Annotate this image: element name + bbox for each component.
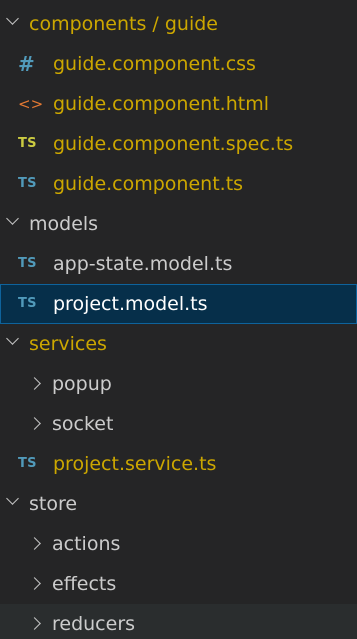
tree-item-label: guide.component.spec.ts [53,133,294,155]
tree-folder-store[interactable]: store [0,484,357,524]
tree-folder-reducers[interactable]: reducers [0,604,357,639]
tree-folder-components-guide[interactable]: components / guide [0,4,357,44]
tree-file-project-model-ts[interactable]: TS project.model.ts [0,284,357,324]
tree-folder-models[interactable]: models [0,204,357,244]
tree-item-label: components / guide [29,13,218,35]
tree-item-label: effects [52,573,117,595]
tree-item-label: actions [52,533,121,555]
chevron-down-icon [6,12,19,25]
typescript-file-icon: TS [18,176,37,191]
tree-item-label: store [29,493,78,515]
typescript-file-icon: TS [18,456,37,471]
typescript-file-icon: TS [18,256,37,271]
tree-item-label: guide.component.html [53,93,269,115]
tree-item-label: app-state.model.ts [53,253,233,275]
tree-file-app-state-model-ts[interactable]: TS app-state.model.ts [0,244,357,284]
chevron-right-icon [28,617,41,630]
chevron-right-icon [28,537,41,550]
tree-item-label: services [29,333,107,355]
css-file-icon: # [18,52,35,76]
file-explorer-tree: components / guide # guide.component.css <>… [0,0,357,639]
chevron-down-icon [6,212,19,225]
chevron-right-icon [28,417,41,430]
tree-folder-socket[interactable]: socket [0,404,357,444]
tree-file-guide-component-html[interactable]: <> guide.component.html [0,84,357,124]
chevron-right-icon [28,377,41,390]
tree-file-guide-component-ts[interactable]: TS guide.component.ts [0,164,357,204]
tree-item-label: socket [52,413,114,435]
tree-item-label: guide.component.css [53,53,256,75]
tree-item-label: project.model.ts [53,293,208,315]
tree-folder-effects[interactable]: effects [0,564,357,604]
chevron-down-icon [6,332,19,345]
chevron-down-icon [6,492,19,505]
tree-item-label: popup [52,373,112,395]
tree-folder-actions[interactable]: actions [0,524,357,564]
tree-folder-popup[interactable]: popup [0,364,357,404]
tree-file-guide-component-css[interactable]: # guide.component.css [0,44,357,84]
tree-item-label: models [29,213,99,235]
tree-folder-services[interactable]: services [0,324,357,364]
tree-item-label: guide.component.ts [53,173,244,195]
typescript-spec-file-icon: TS [18,136,37,151]
tree-file-guide-component-spec-ts[interactable]: TS guide.component.spec.ts [0,124,357,164]
typescript-file-icon: TS [18,296,37,311]
chevron-right-icon [28,577,41,590]
tree-item-label: reducers [52,613,136,635]
html-file-icon: <> [18,95,44,113]
tree-file-project-service-ts[interactable]: TS project.service.ts [0,444,357,484]
tree-item-label: project.service.ts [53,453,217,475]
